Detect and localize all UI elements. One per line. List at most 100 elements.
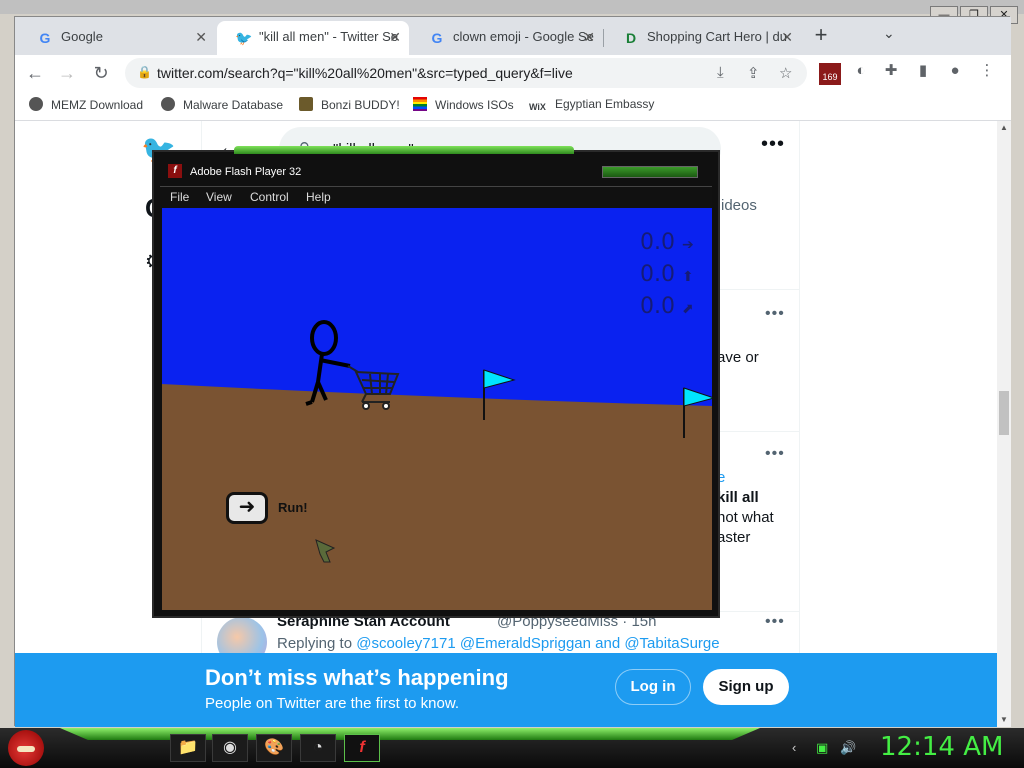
flash-player-window[interactable]: f Adobe Flash Player 32 File View Contro… [152,146,720,618]
chrome-icon[interactable]: ◉ [212,734,248,762]
bookmark-label: Malware Database [183,98,284,112]
wix-icon: WiX [529,102,546,112]
flash-icon: f [168,164,182,178]
bookmark-memz[interactable]: MEMZ Download [29,97,143,112]
address-bar[interactable]: 🔒 twitter.com/search?q="kill%20all%20men… [125,58,807,88]
window-title: Adobe Flash Player 32 [190,166,302,178]
tab-title: Shopping Cart Hero | du [647,29,787,44]
game-scene [162,208,712,610]
chevron-down-icon[interactable]: ⌄ [883,25,895,42]
menu-help[interactable]: Help [306,190,331,204]
tab-google[interactable]: G Google ✕ [19,21,215,55]
tweet-text-fragment: aster [717,529,751,546]
login-button[interactable]: Log in [615,669,691,705]
banner-subtitle: People on Twitter are the first to know. [205,695,460,712]
arrow-up-icon: ⬆ [682,269,694,285]
scroll-down-icon[interactable]: ▼ [1000,715,1008,724]
install-icon[interactable]: ⤓ [717,64,724,81]
reload-icon[interactable]: ↻ [89,61,113,85]
paint-icon[interactable]: 🎨 [256,734,292,762]
scroll-up-icon[interactable]: ▲ [1000,123,1008,132]
more-options-icon[interactable]: ••• [765,445,785,463]
puzzle-icon[interactable]: ✚ [881,61,901,81]
battery-icon[interactable]: ▣ [816,740,828,756]
tab-title: "kill all men" - Twitter Se [259,29,399,44]
tray-arrow-icon[interactable]: ‹ [792,740,796,755]
url-text[interactable]: twitter.com/search?q="kill%20all%20men"&… [157,65,573,81]
sidepanel-icon[interactable]: ▮ [913,61,933,81]
run-label: Run! [278,500,308,515]
menu-view[interactable]: View [206,190,232,204]
menu-bar: File View Control Help [160,186,712,208]
score-distance: 0.0 ➔ [640,230,694,255]
bookmark-label: Bonzi BUDDY! [321,98,400,112]
game-stage[interactable]: 0.0 ➔ 0.0 ⬆ 0.0 ⬈ ➜ Run! [162,208,712,610]
replying-to-line: Replying to @scooley7171 @EmeraldSprigga… [277,635,720,652]
bookmark-label: Windows ISOs [435,98,514,112]
star-icon[interactable]: ☆ [779,64,792,82]
globe-icon [161,97,175,111]
bookmark-bonzi[interactable]: Bonzi BUDDY! [299,97,400,112]
arrow-right-icon: ➔ [682,237,694,253]
tab-strip: G Google ✕ 🐦 "kill all men" - Twitter Se… [15,17,1011,55]
background-window-strip [0,0,1024,14]
tab-title: clown emoji - Google Se [453,29,594,44]
kebab-menu-icon[interactable]: ⋮ [977,61,997,81]
tab-twitter-search[interactable]: 🐦 "kill all men" - Twitter Se ✕ [217,21,409,55]
bookmark-egyptian-embassy[interactable]: WiX Egyptian Embassy [529,97,654,116]
run-button[interactable]: ➜ [226,492,268,524]
signup-button[interactable]: Sign up [703,669,789,705]
tweet-text-fragment: not what [717,509,774,526]
column-divider [799,121,800,727]
d-icon: D [625,30,637,46]
start-button-angry-bird-icon[interactable] [8,730,44,766]
tweet-text-fragment: kill all [717,489,759,506]
google-icon: G [431,30,443,46]
folder-icon[interactable]: 📁 [170,734,206,762]
back-arrow-icon[interactable]: ← [23,61,47,85]
forward-arrow-icon[interactable]: → [55,61,79,85]
new-tab-button[interactable]: + [807,21,835,49]
more-options-icon[interactable]: ••• [761,133,785,156]
pride-extension-icon[interactable]: ◐ [851,61,871,81]
tab-videos[interactable]: ideos [721,197,757,214]
more-options-icon[interactable]: ••• [765,305,785,323]
replying-to-label: Replying to [277,635,353,652]
twitter-icon: 🐦 [235,30,253,46]
tab-shopping-cart-hero[interactable]: D Shopping Cart Hero | du ✕ [605,21,801,55]
arrow-diag-icon: ⬈ [682,301,694,317]
close-icon[interactable]: ✕ [781,21,793,53]
signup-banner: Don’t miss what’s happening People on Tw… [15,653,997,727]
close-icon[interactable]: ✕ [583,21,595,53]
more-options-icon[interactable]: ••• [765,613,785,631]
clock[interactable]: 12:14 AM [880,732,1003,762]
tab-title: Google [61,29,103,44]
close-icon[interactable]: ✕ [195,21,207,53]
profile-icon[interactable]: ● [945,61,965,81]
gauge-icon[interactable]: ◔ [300,734,336,762]
bookmark-label: MEMZ Download [51,98,144,112]
flash-taskbar-icon[interactable]: f [344,734,380,762]
menu-file[interactable]: File [170,190,189,204]
menu-control[interactable]: Control [250,190,289,204]
arrow-right-icon: ➜ [238,496,256,518]
tweet-text-fragment: ave or [717,349,759,366]
extension-badge-icon[interactable]: 169 [819,63,841,85]
volume-icon[interactable]: 🔊 [840,740,856,756]
score-air: 0.0 ⬈ [640,294,694,319]
bookmark-windows-isos[interactable]: Windows ISOs [413,97,514,112]
taskbar: 📁 ◉ 🎨 ◔ f ‹ ▣ 🔊 12:14 AM [0,728,1024,768]
globe-icon [29,97,43,111]
close-icon[interactable]: ✕ [389,21,401,53]
scrollbar[interactable]: ▲ ▼ [997,121,1011,727]
bookmark-malware-db[interactable]: Malware Database [161,97,283,112]
window-controls[interactable] [602,166,698,178]
bonzi-icon [299,97,313,111]
score-height: 0.0 ⬆ [640,262,694,287]
scroll-thumb[interactable] [999,391,1009,435]
share-icon[interactable]: ⇪ [747,64,760,82]
reply-mentions[interactable]: @scooley7171 @EmeraldSpriggan and @Tabit… [356,635,719,652]
tab-clown-emoji[interactable]: G clown emoji - Google Se ✕ [411,21,603,55]
taskbar-glow [60,728,760,740]
bookmark-label: Egyptian Embassy [555,97,655,111]
